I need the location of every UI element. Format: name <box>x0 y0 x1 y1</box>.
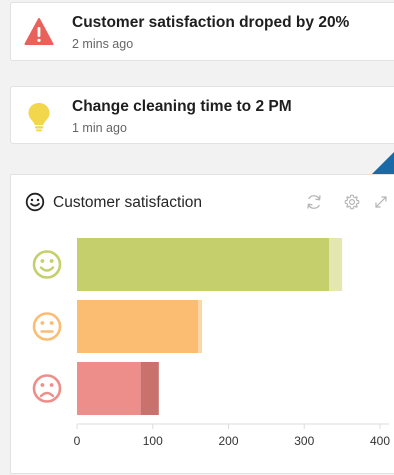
bar-sad-seg1 <box>77 362 141 415</box>
alert-card-cleaning-time[interactable]: Change cleaning time to 2 PM 1 min ago <box>10 86 394 144</box>
bar-sad-seg2 <box>140 362 159 415</box>
bar-happy-seg2 <box>329 238 343 291</box>
alert-title: Change cleaning time to 2 PM <box>72 98 292 115</box>
x-tick-label: 0 <box>74 434 81 448</box>
x-tick-label: 100 <box>143 434 163 448</box>
warning-triangle-icon <box>24 18 54 45</box>
happy-face-icon <box>32 250 62 279</box>
bar-neutral-seg2 <box>198 300 202 353</box>
sad-face-icon <box>32 374 62 403</box>
alert-timestamp: 2 mins ago <box>72 37 134 51</box>
x-tick-label: 200 <box>218 434 238 448</box>
alert-timestamp: 1 min ago <box>72 121 127 135</box>
neutral-face-icon <box>32 312 62 341</box>
x-tick-label: 400 <box>370 434 390 448</box>
bar-happy-seg1 <box>77 238 330 291</box>
customer-satisfaction-panel: Customer satisfaction 0 100 200 300 400 <box>10 174 394 474</box>
alert-title: Customer satisfaction droped by 20% <box>72 14 350 31</box>
satisfaction-bar-chart: 0 100 200 300 400 <box>32 238 390 448</box>
lightbulb-icon <box>28 103 50 132</box>
x-tick-label: 300 <box>294 434 314 448</box>
corner-fold-decoration <box>372 152 394 174</box>
bar-neutral-seg1 <box>77 300 199 353</box>
alert-card-satisfaction-drop[interactable]: Customer satisfaction droped by 20% 2 mi… <box>10 2 394 61</box>
